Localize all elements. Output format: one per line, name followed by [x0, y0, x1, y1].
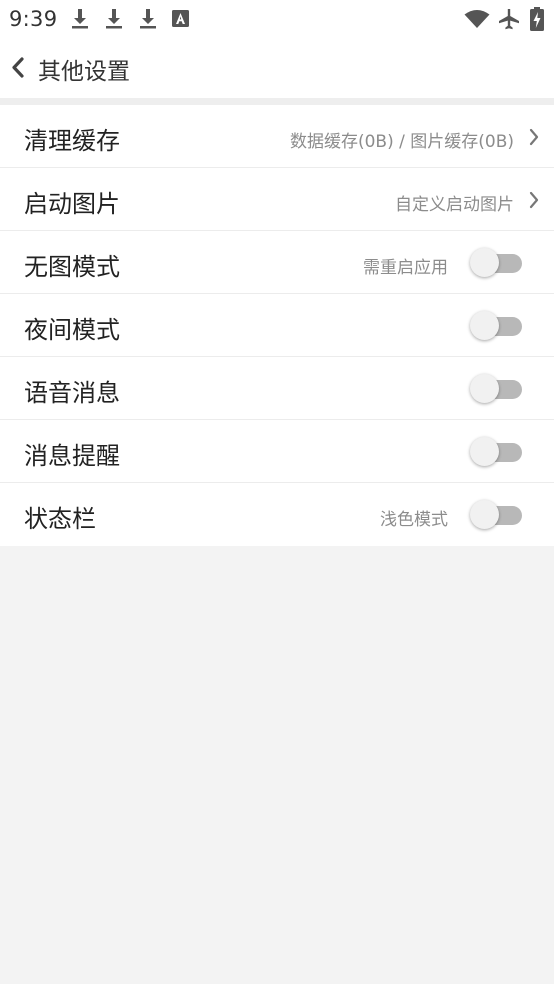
- setting-splash-image[interactable]: 启动图片 自定义启动图片: [0, 168, 554, 231]
- setting-status-bar-style: 状态栏 浅色模式: [0, 483, 554, 546]
- airplane-icon: [499, 9, 519, 30]
- download-icon: [106, 9, 122, 29]
- chevron-right-icon: [529, 191, 539, 209]
- status-bar: 9:39: [0, 0, 554, 38]
- message-reminder-toggle[interactable]: [470, 437, 522, 466]
- setting-label: 无图模式: [24, 253, 120, 281]
- header-divider: [0, 98, 554, 105]
- download-icon: [72, 9, 88, 29]
- toggle-thumb: [470, 311, 499, 340]
- toggle-thumb: [470, 248, 499, 277]
- battery-charging-icon: [530, 7, 544, 31]
- splash-image-value: 自定义启动图片: [395, 195, 514, 215]
- settings-screen: 9:39 其他设置 清理缓存 数据缓存(0B) / 图片缓存(0B) 启动图片 …: [0, 0, 554, 984]
- wifi-icon: [464, 10, 490, 28]
- setting-label: 夜间模式: [24, 316, 120, 344]
- toggle-thumb: [470, 500, 499, 529]
- settings-list: 清理缓存 数据缓存(0B) / 图片缓存(0B) 启动图片 自定义启动图片 无图…: [0, 105, 554, 546]
- a-notification-icon: [172, 10, 189, 27]
- status-bar-style-toggle[interactable]: [470, 500, 522, 529]
- restart-hint: 需重启应用: [363, 258, 448, 278]
- setting-clear-cache[interactable]: 清理缓存 数据缓存(0B) / 图片缓存(0B): [0, 105, 554, 168]
- page-title: 其他设置: [38, 59, 130, 85]
- status-bar-style-value: 浅色模式: [380, 510, 448, 530]
- setting-label: 清理缓存: [24, 127, 120, 155]
- download-icon: [140, 9, 156, 29]
- setting-label: 启动图片: [24, 190, 120, 218]
- app-bar: 其他设置: [0, 38, 554, 98]
- no-image-mode-toggle[interactable]: [470, 248, 522, 277]
- setting-night-mode: 夜间模式: [0, 294, 554, 357]
- setting-label: 消息提醒: [24, 442, 120, 470]
- setting-label: 语音消息: [24, 379, 120, 407]
- chevron-right-icon: [529, 128, 539, 146]
- status-time: 9:39: [9, 7, 58, 31]
- chevron-left-icon[interactable]: [6, 52, 34, 84]
- toggle-thumb: [470, 437, 499, 466]
- cache-size-value: 数据缓存(0B) / 图片缓存(0B): [289, 132, 514, 152]
- setting-voice-message: 语音消息: [0, 357, 554, 420]
- toggle-thumb: [470, 374, 499, 403]
- setting-message-reminder: 消息提醒: [0, 420, 554, 483]
- setting-no-image-mode: 无图模式 需重启应用: [0, 231, 554, 294]
- setting-label: 状态栏: [24, 505, 96, 533]
- voice-message-toggle[interactable]: [470, 374, 522, 403]
- night-mode-toggle[interactable]: [470, 311, 522, 340]
